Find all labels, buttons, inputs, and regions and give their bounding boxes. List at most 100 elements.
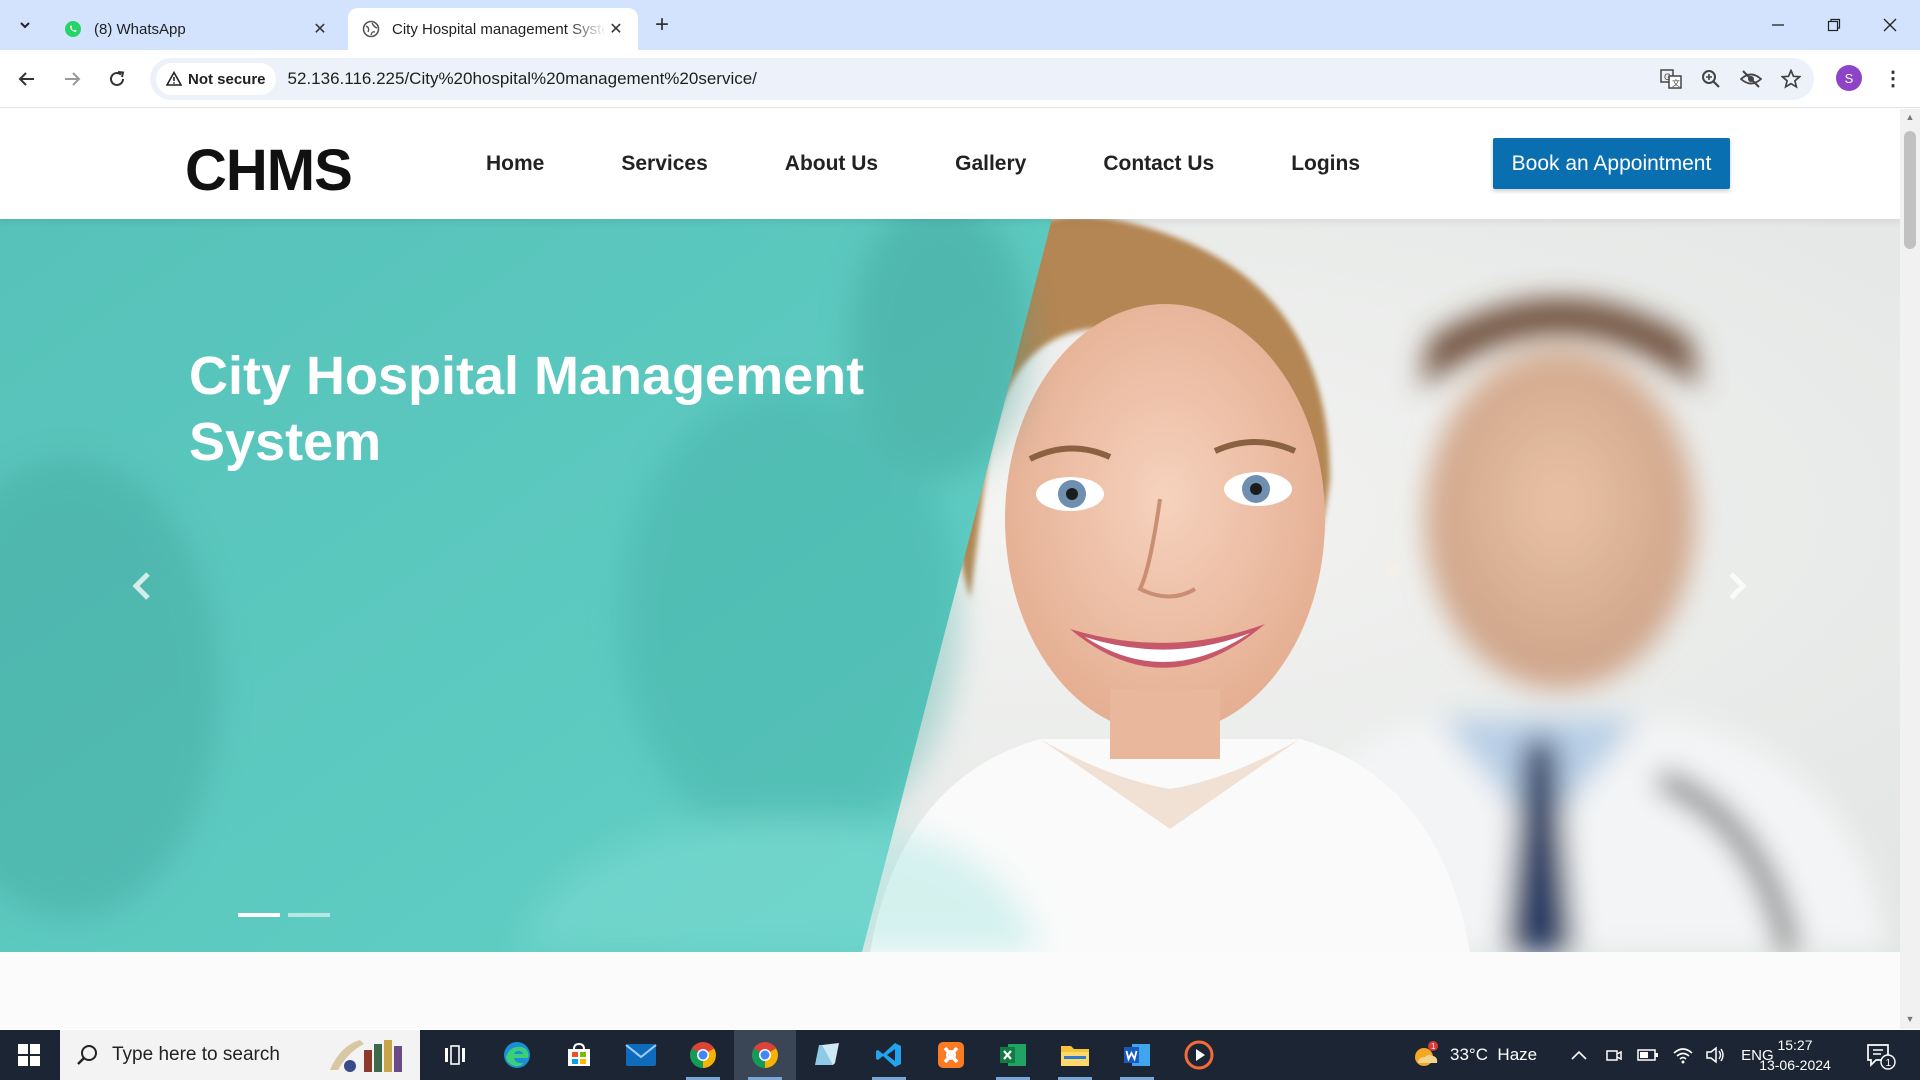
- taskbar-store[interactable]: [548, 1030, 610, 1080]
- taskbar-edge[interactable]: [486, 1030, 548, 1080]
- task-view-icon: [445, 1045, 465, 1065]
- globe-icon: [362, 20, 380, 38]
- taskbar-excel[interactable]: [982, 1030, 1044, 1080]
- word-icon: [1124, 1044, 1150, 1066]
- weather-text[interactable]: 33°C Haze: [1450, 1045, 1537, 1065]
- url-text[interactable]: 52.136.116.225/City%20hospital%20managem…: [288, 69, 757, 89]
- site-header: CHMS Home Services About Us Gallery Cont…: [0, 109, 1900, 219]
- site-logo[interactable]: CHMS: [185, 137, 353, 204]
- site-info-chip[interactable]: Not secure: [156, 63, 276, 95]
- carousel-indicator-2[interactable]: [288, 913, 330, 917]
- scroll-up-icon[interactable]: ▲: [1904, 111, 1916, 123]
- minimize-button[interactable]: [1750, 0, 1806, 50]
- forward-button[interactable]: [54, 61, 90, 97]
- nav-gallery[interactable]: Gallery: [955, 152, 1026, 176]
- taskbar-chrome[interactable]: [672, 1030, 734, 1080]
- page-viewport: CHMS Home Services About Us Gallery Cont…: [0, 109, 1900, 1029]
- media-player-icon: [1184, 1040, 1214, 1070]
- book-appointment-button[interactable]: Book an Appointment: [1493, 138, 1730, 189]
- restore-icon: [1827, 18, 1841, 32]
- warning-icon: [166, 71, 182, 86]
- zoom-icon[interactable]: [1700, 68, 1722, 90]
- whatsapp-icon: [65, 21, 81, 37]
- taskbar-media-player[interactable]: [1168, 1030, 1230, 1080]
- notification-icon: 1: [1867, 1044, 1896, 1070]
- hero-carousel: City Hospital Management System: [0, 219, 1900, 952]
- chevron-up-icon[interactable]: [1571, 1050, 1587, 1060]
- tab-whatsapp[interactable]: (8) WhatsApp ✕: [50, 8, 342, 50]
- close-tab-icon[interactable]: ✕: [606, 19, 626, 39]
- new-tab-button[interactable]: +: [648, 12, 676, 40]
- start-button[interactable]: [0, 1030, 58, 1080]
- nav-logins[interactable]: Logins: [1291, 152, 1360, 176]
- volume-icon[interactable]: [1705, 1046, 1725, 1064]
- chevron-left-icon: [132, 572, 150, 600]
- browser-toolbar: Not secure 52.136.116.225/City%20hospita…: [0, 50, 1920, 108]
- meet-now-icon[interactable]: [1605, 1046, 1623, 1064]
- chevron-right-icon: [1729, 572, 1747, 600]
- eye-off-icon[interactable]: [1740, 68, 1762, 90]
- reload-button[interactable]: [99, 61, 135, 97]
- nav-services[interactable]: Services: [621, 152, 707, 176]
- xampp-icon: [938, 1042, 964, 1068]
- store-icon: [568, 1042, 590, 1066]
- hero-title-line-2: System: [189, 412, 382, 472]
- clock-time: 15:27: [1777, 1037, 1813, 1053]
- arrow-right-icon: [65, 72, 81, 86]
- carousel-indicator-1[interactable]: [238, 913, 280, 917]
- nav-about-us[interactable]: About Us: [785, 152, 878, 176]
- excel-icon: [1000, 1044, 1026, 1066]
- chrome-icon: [690, 1042, 716, 1069]
- scroll-down-icon[interactable]: ▼: [1904, 1013, 1916, 1025]
- edge-icon: [504, 1042, 530, 1068]
- taskbar-file-explorer[interactable]: [1044, 1030, 1106, 1080]
- tab-search-button[interactable]: [8, 8, 42, 42]
- close-tab-icon[interactable]: ✕: [310, 19, 330, 39]
- nav-home[interactable]: Home: [486, 152, 544, 176]
- weather-sun-icon[interactable]: 1: [1412, 1041, 1440, 1069]
- task-view-button[interactable]: [424, 1030, 486, 1080]
- hero-title-line-1: City Hospital Management: [189, 346, 865, 406]
- search-icon: [77, 1045, 97, 1065]
- battery-icon[interactable]: [1637, 1048, 1659, 1062]
- scrollbar-thumb[interactable]: [1904, 131, 1916, 249]
- search-placeholder: Type here to search: [112, 1044, 280, 1065]
- profile-avatar[interactable]: S: [1836, 65, 1862, 91]
- chrome-icon: [752, 1042, 778, 1069]
- carousel-indicators: [238, 913, 330, 917]
- restore-button[interactable]: [1806, 0, 1862, 50]
- notification-center-button[interactable]: 1: [1866, 1042, 1896, 1070]
- menu-icon[interactable]: ⋮: [1880, 65, 1906, 91]
- weather-badge: 1: [1431, 1042, 1436, 1051]
- taskbar-chrome-active[interactable]: [734, 1030, 796, 1080]
- nav-contact-us[interactable]: Contact Us: [1103, 152, 1214, 176]
- back-button[interactable]: [9, 61, 45, 97]
- folder-icon: [1061, 1046, 1089, 1066]
- taskbar-notepad[interactable]: [796, 1030, 858, 1080]
- tab-city-hospital[interactable]: City Hospital management System ✕: [348, 8, 638, 50]
- close-window-button[interactable]: [1862, 0, 1918, 50]
- carousel-next-button[interactable]: [1722, 571, 1752, 601]
- minimize-icon: [1772, 24, 1784, 26]
- system-clock[interactable]: 15:27 13-06-2024: [1752, 1035, 1838, 1075]
- taskbar-search[interactable]: Type here to search: [60, 1030, 420, 1080]
- taskbar-vscode[interactable]: [858, 1030, 920, 1080]
- address-bar[interactable]: Not secure 52.136.116.225/City%20hospita…: [150, 58, 1814, 100]
- arrow-left-icon: [18, 72, 34, 86]
- chevron-down-icon: [20, 22, 30, 29]
- search-highlight-books-icon: [330, 1040, 402, 1072]
- close-icon: [1883, 18, 1897, 32]
- vscode-icon: [876, 1043, 901, 1067]
- taskbar-mail[interactable]: [610, 1030, 672, 1080]
- translate-icon[interactable]: G文: [1660, 68, 1682, 90]
- page-scrollbar[interactable]: ▲ ▼: [1900, 109, 1920, 1029]
- taskbar-word[interactable]: [1106, 1030, 1168, 1080]
- taskbar-xampp[interactable]: [920, 1030, 982, 1080]
- windows-taskbar: Type here to search 1 33°C Haze ENG 15:2…: [0, 1030, 1920, 1080]
- carousel-prev-button[interactable]: [127, 571, 157, 601]
- taskbar-apps: [424, 1030, 1230, 1080]
- tab-title: (8) WhatsApp: [94, 20, 186, 38]
- wifi-icon[interactable]: [1673, 1046, 1693, 1064]
- star-icon[interactable]: [1780, 68, 1802, 90]
- notepad-icon: [815, 1043, 839, 1065]
